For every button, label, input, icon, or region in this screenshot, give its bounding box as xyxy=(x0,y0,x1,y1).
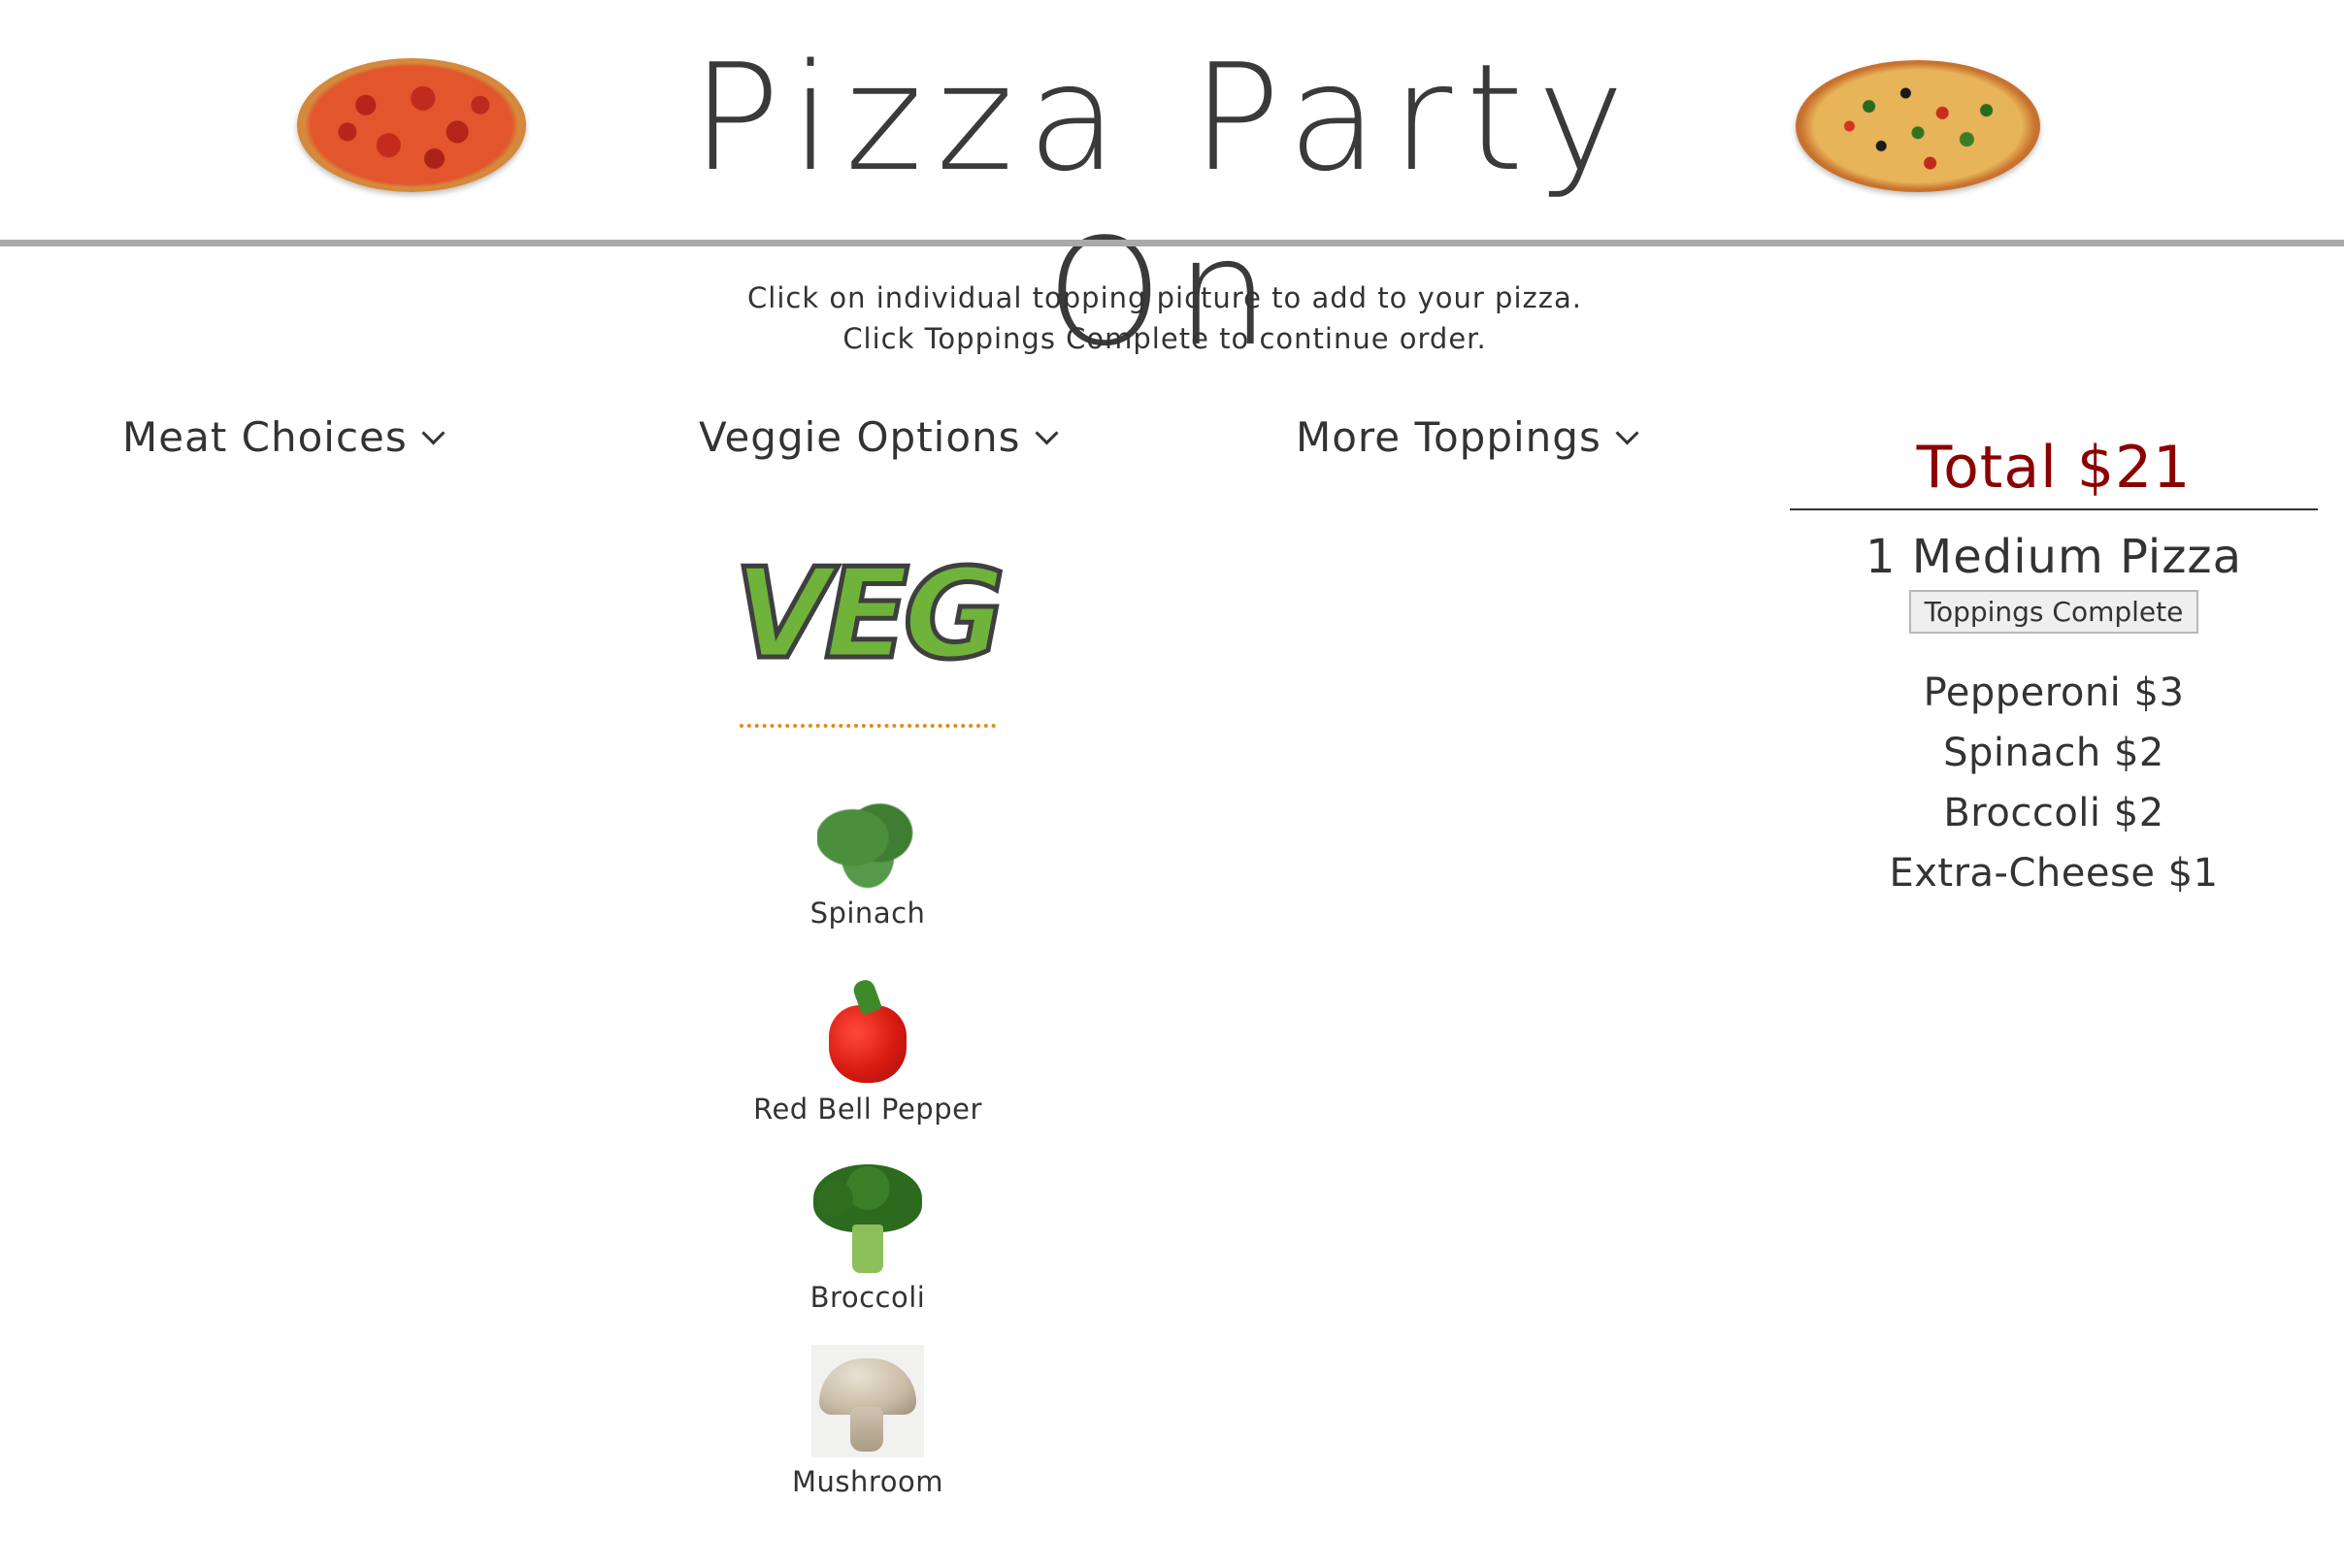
order-total: Total $21 xyxy=(1916,434,2192,502)
topping-label: Spinach xyxy=(809,897,926,930)
toppings-complete-button[interactable]: Toppings Complete xyxy=(1908,590,2199,634)
list-item: Spinach $2 xyxy=(1943,731,2164,775)
pepperoni-pizza-image xyxy=(297,58,526,192)
site-header: Pizza Party On xyxy=(0,0,2344,378)
topping-label: Broccoli xyxy=(809,1281,926,1314)
topping-label: Red Bell Pepper xyxy=(753,1093,982,1126)
topping-label: Mushroom xyxy=(792,1465,943,1498)
chevron-down-icon xyxy=(1035,421,1059,445)
mushroom-icon[interactable] xyxy=(811,1345,924,1457)
instruction-line-2: Click Toppings Complete to continue orde… xyxy=(842,322,1487,355)
list-item: Extra-Cheese $1 xyxy=(1889,851,2219,896)
veggie-options-label: Veggie Options xyxy=(699,413,1021,461)
topping-red-bell-pepper[interactable]: Red Bell Pepper xyxy=(722,977,1013,1126)
red-bell-pepper-icon[interactable] xyxy=(823,977,912,1085)
veg-divider xyxy=(740,724,996,728)
list-item: Broccoli $2 xyxy=(1943,791,2164,835)
meat-choices-label: Meat Choices xyxy=(122,413,408,461)
veg-logo: VEG xyxy=(732,539,1008,689)
mushroom-stem xyxy=(850,1407,883,1452)
topping-broccoli[interactable]: Broccoli xyxy=(722,1164,1013,1314)
instruction-line-1: Click on individual topping picture to a… xyxy=(747,281,1582,314)
topping-spinach[interactable]: Spinach xyxy=(722,796,1013,930)
topping-mushroom[interactable]: Mushroom xyxy=(722,1345,1013,1498)
veggie-pizza-image xyxy=(1796,60,2040,192)
list-item: Pepperoni $3 xyxy=(1923,670,2185,715)
chevron-down-icon xyxy=(421,421,446,445)
more-toppings-dropdown[interactable]: More Toppings xyxy=(1296,413,1639,461)
header-divider xyxy=(0,240,2344,246)
instructions: Click on individual topping picture to a… xyxy=(0,278,2329,359)
total-divider xyxy=(1790,508,2318,510)
broccoli-icon[interactable] xyxy=(809,1164,926,1273)
selected-toppings-list: Pepperoni $3 Spinach $2 Broccoli $2 Extr… xyxy=(1790,663,2318,903)
order-summary: Total $21 1 Medium Pizza Toppings Comple… xyxy=(1790,427,2318,903)
spinach-icon[interactable] xyxy=(817,796,918,889)
broccoli-head xyxy=(813,1164,922,1232)
pepper-body xyxy=(829,1005,907,1083)
pizza-size: 1 Medium Pizza xyxy=(1865,530,2242,584)
broccoli-stem xyxy=(852,1225,883,1273)
more-toppings-label: More Toppings xyxy=(1296,413,1601,461)
chevron-down-icon xyxy=(1615,421,1639,445)
veggie-options-dropdown[interactable]: Veggie Options xyxy=(699,413,1059,461)
meat-choices-dropdown[interactable]: Meat Choices xyxy=(122,413,446,461)
